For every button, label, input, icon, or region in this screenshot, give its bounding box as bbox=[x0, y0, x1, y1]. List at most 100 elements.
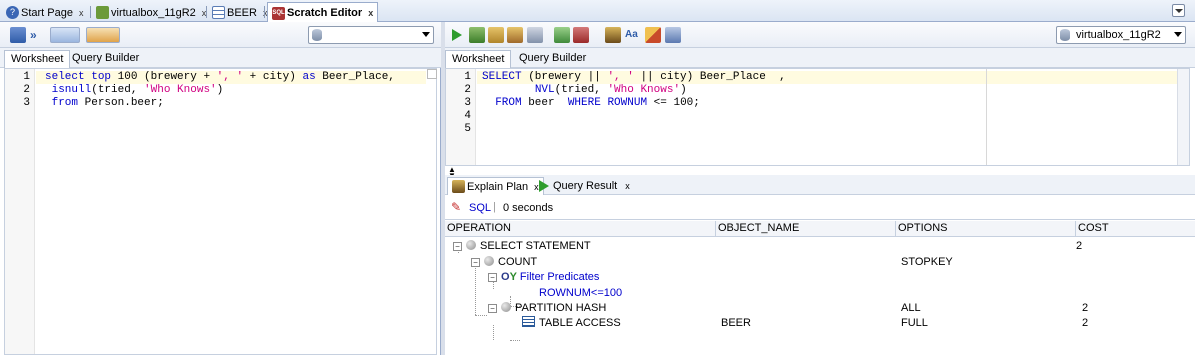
tab-worksheet[interactable]: Worksheet bbox=[445, 50, 512, 68]
left-subtabs: Worksheet Query Builder bbox=[0, 48, 441, 68]
tab-explain-plan[interactable]: Explain Plan x bbox=[447, 177, 544, 195]
right-margin-marker bbox=[427, 69, 437, 79]
tab-divider bbox=[90, 6, 91, 18]
tab-query-builder[interactable]: Query Builder bbox=[513, 50, 592, 68]
rollback-icon[interactable] bbox=[507, 27, 523, 43]
line-number: 3 bbox=[464, 97, 471, 109]
results-panel: Explain Plan x Query Result x ✎ SQL | 0 … bbox=[445, 175, 1195, 355]
left-editor-panel: » Worksheet Query Builder 1 2 3 select t… bbox=[0, 22, 441, 355]
column-header-object-name[interactable]: OBJECT_NAME bbox=[716, 221, 896, 237]
tree-line bbox=[493, 325, 494, 340]
database-icon bbox=[1060, 29, 1070, 41]
right-margin-line bbox=[986, 69, 987, 165]
connection-select[interactable]: virtualbox_11gR2 bbox=[1056, 26, 1186, 44]
tab-divider bbox=[206, 6, 207, 18]
run-script-icon[interactable] bbox=[469, 27, 485, 43]
chevron-down-icon bbox=[1175, 9, 1183, 13]
connection-value: virtualbox_11gR2 bbox=[1076, 29, 1161, 41]
predicate-cell: ROWNUM<=100 bbox=[539, 287, 623, 299]
right-code-editor[interactable]: 1 2 3 4 5 SELECT (brewery || ', ' || cit… bbox=[445, 68, 1190, 166]
tab-query-result[interactable]: Query Result x bbox=[535, 177, 634, 195]
tree-line bbox=[475, 315, 487, 316]
collapse-icon[interactable]: − bbox=[488, 273, 497, 282]
history-icon[interactable] bbox=[665, 27, 681, 43]
grid-icon[interactable] bbox=[10, 27, 26, 43]
left-toolbar: » bbox=[0, 22, 441, 48]
tab-label: Scratch Editor bbox=[287, 7, 363, 19]
chevron-down-icon bbox=[422, 32, 430, 37]
line-gutter: 1 2 3 bbox=[5, 69, 35, 354]
tab-list-dropdown[interactable] bbox=[1172, 4, 1185, 17]
collapse-icon[interactable]: − bbox=[453, 242, 462, 251]
operation-icon bbox=[501, 302, 511, 312]
table-icon bbox=[212, 6, 225, 19]
operation-icon bbox=[484, 256, 494, 266]
tab-label: Explain Plan bbox=[467, 180, 529, 193]
table-icon bbox=[522, 316, 535, 327]
tab-scratch-editor[interactable]: SQL Scratch Editor x bbox=[267, 2, 379, 23]
close-icon[interactable]: x bbox=[625, 181, 630, 191]
operation-cell: COUNT bbox=[498, 256, 538, 268]
toolbar-divider: | bbox=[493, 201, 496, 213]
line-gutter: 1 2 3 4 5 bbox=[446, 69, 476, 165]
tree-line bbox=[475, 264, 476, 315]
tab-label: Query Result bbox=[553, 180, 618, 192]
database-icon bbox=[312, 29, 322, 41]
results-tabs: Explain Plan x Query Result x bbox=[445, 175, 1195, 195]
sql-icon: SQL bbox=[272, 6, 285, 20]
column-header-cost[interactable]: COST bbox=[1076, 221, 1195, 237]
tab-label: BEER bbox=[227, 6, 257, 19]
uppercase-icon[interactable]: Aa bbox=[625, 27, 641, 43]
tree-line bbox=[510, 340, 520, 341]
tab-start-page[interactable]: ? Start Page x bbox=[2, 3, 87, 22]
run-statement-icon[interactable] bbox=[449, 27, 465, 43]
sql-link[interactable]: SQL bbox=[469, 202, 491, 214]
vertical-scrollbar[interactable] bbox=[1177, 69, 1189, 165]
line-number: 4 bbox=[464, 110, 471, 122]
tab-query-builder[interactable]: Query Builder bbox=[66, 50, 145, 68]
options-cell: FULL bbox=[901, 317, 928, 329]
column-header-operation[interactable]: OPERATION bbox=[445, 221, 716, 237]
commit-icon[interactable] bbox=[488, 27, 504, 43]
cost-cell: 2 bbox=[1082, 317, 1089, 329]
column-header-options[interactable]: OPTIONS bbox=[896, 221, 1076, 237]
collapse-icon[interactable]: − bbox=[488, 304, 497, 313]
tab-worksheet[interactable]: Worksheet bbox=[4, 50, 71, 68]
line-number: 5 bbox=[464, 123, 471, 135]
plan-row[interactable]: − SELECT STATEMENT bbox=[453, 239, 591, 254]
plan-row[interactable]: − COUNT bbox=[471, 255, 537, 270]
cost-cell: 2 bbox=[1076, 240, 1083, 252]
close-icon[interactable]: x bbox=[368, 8, 373, 18]
left-code-editor[interactable]: 1 2 3 select top 100 (brewery + ', ' + c… bbox=[4, 68, 437, 355]
code-line-2: isnull(tried, 'Who Knows') bbox=[51, 84, 224, 96]
plan-row[interactable]: TABLE ACCESS bbox=[522, 316, 621, 331]
right-subtabs: Worksheet Query Builder bbox=[445, 48, 1195, 68]
plan-row[interactable]: − PARTITION HASH bbox=[488, 301, 606, 316]
results-toolbar: ✎ SQL | 0 seconds bbox=[445, 196, 1195, 220]
double-chevron-icon[interactable]: » bbox=[30, 27, 46, 43]
run-menu-button[interactable] bbox=[50, 27, 80, 43]
pin-icon[interactable]: ✎ bbox=[451, 201, 463, 213]
close-icon[interactable]: x bbox=[79, 8, 84, 18]
autotrace-icon[interactable] bbox=[573, 27, 589, 43]
line-number: 1 bbox=[464, 71, 471, 83]
plan-row[interactable]: − OY Filter Predicates bbox=[488, 270, 599, 285]
sql-tuning-icon[interactable] bbox=[605, 27, 621, 43]
chevron-down-icon bbox=[1174, 32, 1182, 37]
collapse-icon[interactable]: − bbox=[471, 258, 480, 267]
options-cell: ALL bbox=[901, 302, 921, 314]
cancel-icon[interactable] bbox=[527, 27, 543, 43]
right-editor-panel: Aa virtualbox_11gR2 Worksheet Query Buil… bbox=[445, 22, 1195, 355]
connection-select[interactable] bbox=[308, 26, 434, 44]
cost-cell: 2 bbox=[1082, 302, 1089, 314]
tab-virtualbox[interactable]: virtualbox_11gR2 x bbox=[92, 3, 210, 22]
explain-plan-icon[interactable] bbox=[554, 27, 570, 43]
eraser-icon[interactable] bbox=[645, 27, 661, 43]
operation-cell: TABLE ACCESS bbox=[539, 317, 621, 329]
code-line-1: SELECT (brewery || ', ' || city) Beer_Pl… bbox=[482, 71, 786, 83]
commit-menu-button[interactable] bbox=[86, 27, 120, 43]
line-number: 2 bbox=[464, 84, 471, 96]
options-cell: STOPKEY bbox=[901, 256, 953, 268]
connection-icon bbox=[96, 6, 109, 19]
tab-beer[interactable]: BEER x bbox=[208, 3, 271, 22]
